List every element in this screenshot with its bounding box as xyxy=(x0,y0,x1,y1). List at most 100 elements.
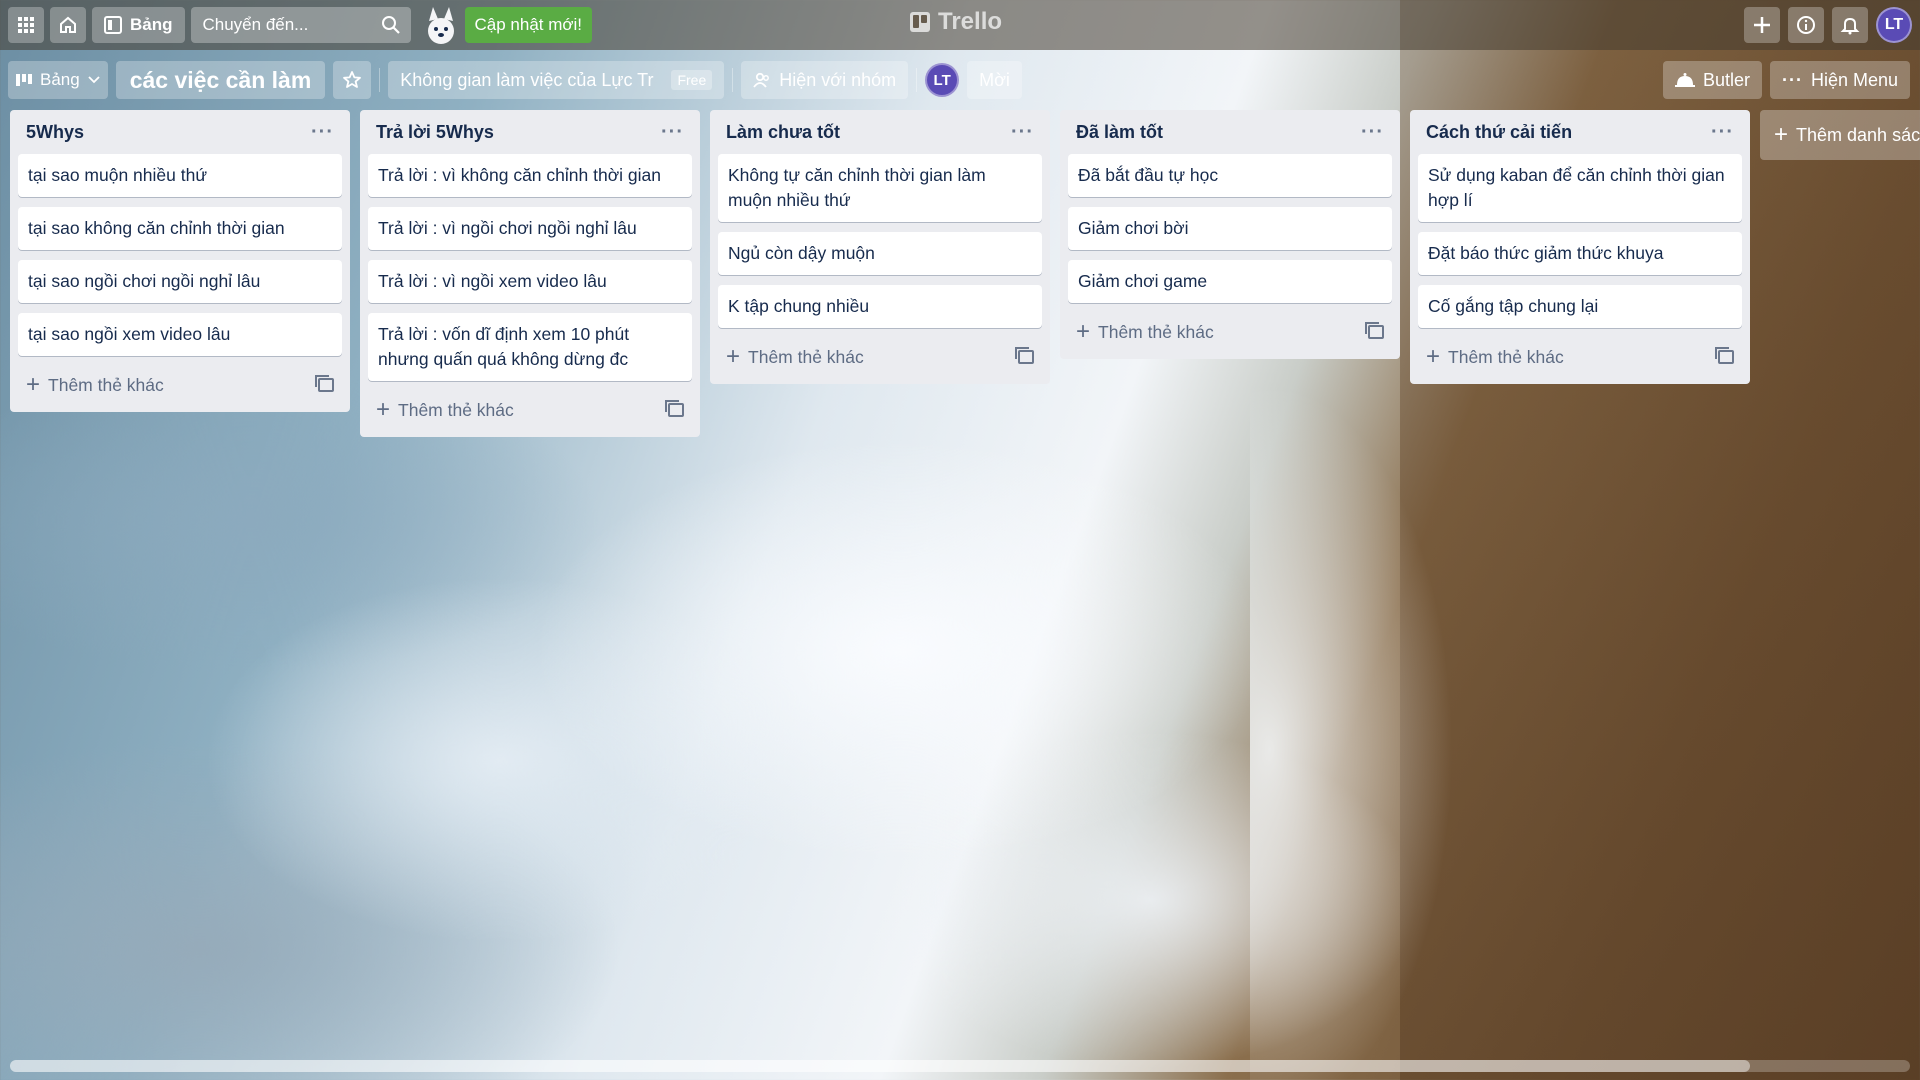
list-card[interactable]: Giảm chơi game xyxy=(1068,260,1392,303)
add-card-row: + Thêm thẻ khác xyxy=(1418,338,1742,376)
butler-button[interactable]: Butler xyxy=(1662,61,1762,99)
apps-button[interactable] xyxy=(8,7,44,43)
show-menu-label: Hiện Menu xyxy=(1810,69,1898,90)
butler-icon xyxy=(1674,73,1695,87)
list-header[interactable]: 5Whys ··· xyxy=(18,110,342,154)
workspace-button[interactable]: Không gian làm việc của Lực Tr Free xyxy=(388,61,725,99)
home-button[interactable] xyxy=(50,7,86,43)
list-card[interactable]: Đã bắt đầu tự học xyxy=(1068,154,1392,197)
list-card[interactable]: Giảm chơi bời xyxy=(1068,207,1392,250)
trello-logo-icon xyxy=(910,12,930,32)
view-switcher-button[interactable]: Bảng xyxy=(8,61,108,99)
invite-button[interactable]: Mời xyxy=(967,61,1022,99)
list-card[interactable]: Không tự căn chỉnh thời gian làm muộn nh… xyxy=(718,154,1042,222)
list-card[interactable]: Trả lời : vì ngồi chơi ngồi nghỉ lâu xyxy=(368,207,692,250)
header-actions: LT xyxy=(1744,7,1912,43)
divider xyxy=(916,68,918,92)
list-card[interactable]: tại sao không căn chỉnh thời gian xyxy=(18,207,342,250)
taco-mascot-icon[interactable] xyxy=(421,3,461,47)
search-box[interactable] xyxy=(190,7,411,43)
add-card-button[interactable]: + Thêm thẻ khác xyxy=(1426,345,1564,369)
plus-icon: + xyxy=(26,371,41,398)
list-menu-icon[interactable]: ··· xyxy=(1361,121,1384,144)
board-title[interactable]: các việc cần làm xyxy=(115,61,326,99)
list-card[interactable]: Đặt báo thức giảm thức khuya xyxy=(1418,232,1742,275)
apps-grid-icon xyxy=(18,17,34,33)
list-title[interactable]: Đã làm tốt xyxy=(1076,122,1163,143)
list-card[interactable]: Trả lời : vì ngồi xem video lâu xyxy=(368,260,692,303)
board-member-avatar[interactable]: LT xyxy=(925,63,960,97)
horizontal-scrollbar[interactable] xyxy=(10,1060,1910,1072)
list-menu-icon[interactable]: ··· xyxy=(1711,121,1734,144)
list-menu-icon[interactable]: ··· xyxy=(311,121,334,144)
list-card[interactable]: Sử dụng kaban để căn chỉnh thời gian hợp… xyxy=(1418,154,1742,222)
list-lam-chua-tot[interactable]: Làm chưa tốt ··· Không tự căn chỉnh thời… xyxy=(710,110,1050,384)
card-template-icon[interactable] xyxy=(1015,347,1034,364)
home-icon xyxy=(60,16,76,33)
card-template-icon[interactable] xyxy=(665,400,684,417)
notifications-button[interactable] xyxy=(1832,7,1868,43)
add-card-button[interactable]: + Thêm thẻ khác xyxy=(726,345,864,369)
add-card-button[interactable]: + Thêm thẻ khác xyxy=(1076,320,1214,344)
card-template-icon[interactable] xyxy=(1365,322,1384,339)
plus-icon xyxy=(1754,17,1770,33)
whats-new-button[interactable]: Cập nhật mới! xyxy=(464,7,593,43)
star-board-button[interactable] xyxy=(333,61,372,99)
card-template-icon[interactable] xyxy=(1715,347,1734,364)
list-menu-icon[interactable]: ··· xyxy=(661,121,684,144)
plus-icon: + xyxy=(726,343,741,370)
list-card[interactable]: Cố gắng tập chung lại xyxy=(1418,285,1742,328)
list-menu-icon[interactable]: ··· xyxy=(1011,121,1034,144)
team-visibility-icon xyxy=(753,72,770,88)
create-button[interactable] xyxy=(1744,7,1780,43)
list-da-lam-tot[interactable]: Đã làm tốt ··· Đã bắt đầu tự học Giảm ch… xyxy=(1060,110,1400,359)
add-card-button[interactable]: + Thêm thẻ khác xyxy=(376,398,514,422)
add-card-row: + Thêm thẻ khác xyxy=(18,366,342,404)
bell-icon xyxy=(1840,17,1860,35)
list-header[interactable]: Cách thứ cải tiến ··· xyxy=(1418,110,1742,154)
list-header[interactable]: Làm chưa tốt ··· xyxy=(718,110,1042,154)
list-title[interactable]: Cách thứ cải tiến xyxy=(1426,122,1572,143)
visibility-button[interactable]: Hiện với nhóm xyxy=(741,61,909,99)
list-card[interactable]: tại sao muộn nhiều thứ xyxy=(18,154,342,197)
list-card[interactable]: Ngủ còn dậy muộn xyxy=(718,232,1042,275)
add-card-label: Thêm thẻ khác xyxy=(748,346,864,367)
list-card[interactable]: tại sao ngồi chơi ngồi nghỉ lâu xyxy=(18,260,342,303)
add-card-label: Thêm thẻ khác xyxy=(48,374,164,395)
chevron-down-icon xyxy=(88,76,100,84)
list-card[interactable]: Trả lời : vốn dĩ định xem 10 phút nhưng … xyxy=(368,313,692,381)
list-card[interactable]: Trả lời : vì không căn chỉnh thời gian xyxy=(368,154,692,197)
search-icon[interactable] xyxy=(381,15,401,35)
workspace-label: Không gian làm việc của Lực Tr xyxy=(400,69,654,90)
list-title[interactable]: Trả lời 5Whys xyxy=(376,122,494,143)
boards-button[interactable]: Bảng xyxy=(92,7,185,43)
add-list-button[interactable]: + Thêm danh sách khác xyxy=(1760,110,1920,160)
workspace-plan-badge: Free xyxy=(671,70,713,90)
list-5whys[interactable]: 5Whys ··· tại sao muộn nhiều thứ tại sao… xyxy=(10,110,350,412)
list-title[interactable]: Làm chưa tốt xyxy=(726,122,840,143)
top-header: Bảng Cập nhật mới! Trello xyxy=(0,0,1920,50)
scrollbar-thumb[interactable] xyxy=(10,1060,1750,1072)
plus-icon: + xyxy=(1076,318,1091,345)
list-card[interactable]: tại sao ngồi xem video lâu xyxy=(18,313,342,356)
list-cach-thu-cai-tien[interactable]: Cách thứ cải tiến ··· Sử dụng kaban để c… xyxy=(1410,110,1750,384)
board-lists: 5Whys ··· tại sao muộn nhiều thứ tại sao… xyxy=(10,110,1920,437)
list-header[interactable]: Trả lời 5Whys ··· xyxy=(368,110,692,154)
card-template-icon[interactable] xyxy=(315,375,334,392)
board-view-icon xyxy=(16,74,32,86)
board-header: Bảng các việc cần làm Không gian làm việ… xyxy=(0,58,1920,102)
user-avatar[interactable]: LT xyxy=(1876,7,1912,43)
show-menu-button[interactable]: ··· Hiện Menu xyxy=(1769,61,1910,99)
list-tra-loi-5whys[interactable]: Trả lời 5Whys ··· Trả lời : vì không căn… xyxy=(360,110,700,437)
trello-logo[interactable]: Trello xyxy=(910,8,1002,36)
search-input[interactable] xyxy=(200,14,375,36)
add-card-button[interactable]: + Thêm thẻ khác xyxy=(26,373,164,397)
plus-icon: + xyxy=(1426,343,1441,370)
add-card-label: Thêm thẻ khác xyxy=(1448,346,1564,367)
boards-label: Bảng xyxy=(130,15,173,34)
list-header[interactable]: Đã làm tốt ··· xyxy=(1068,110,1392,154)
list-title[interactable]: 5Whys xyxy=(26,122,84,143)
background-foam xyxy=(1250,330,1850,1080)
list-card[interactable]: K tập chung nhiều xyxy=(718,285,1042,328)
info-button[interactable] xyxy=(1788,7,1824,43)
